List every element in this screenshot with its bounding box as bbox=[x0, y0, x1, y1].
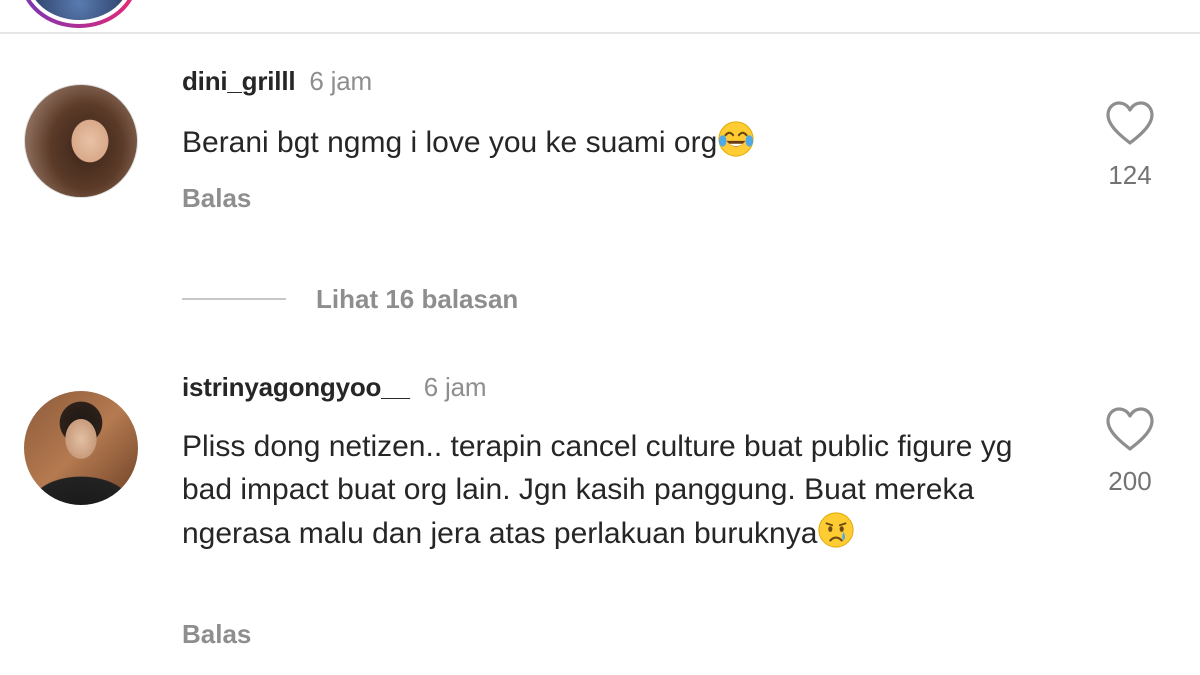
view-replies-line bbox=[182, 298, 286, 300]
header-divider bbox=[0, 32, 1200, 34]
commenter-avatar[interactable] bbox=[24, 84, 138, 198]
comments-screen: dini_grilll 6 jam Berani bgt ngmg i love … bbox=[0, 0, 1200, 675]
view-replies-button[interactable]: Lihat 16 balasan bbox=[182, 283, 518, 315]
post-author-avatar[interactable] bbox=[20, 0, 138, 28]
face-with-tears-of-joy-icon bbox=[718, 121, 754, 157]
comment-body: Berani bgt ngmg i love you ke suami org bbox=[182, 126, 718, 159]
heart-icon[interactable] bbox=[1104, 406, 1156, 452]
view-replies-label: Lihat 16 balasan bbox=[316, 283, 519, 314]
comment-header: dini_grilll 6 jam bbox=[182, 66, 372, 97]
like-count: 200 bbox=[1108, 466, 1152, 496]
comment-text: Berani bgt ngmg i love you ke suami org bbox=[182, 120, 1042, 164]
reply-button[interactable]: Balas bbox=[182, 183, 251, 214]
comment-header: istrinyagongyoo__ 6 jam bbox=[182, 372, 487, 403]
comment-body: Pliss dong netizen.. terapin cancel cult… bbox=[182, 430, 1013, 550]
crying-face-icon bbox=[818, 512, 854, 548]
heart-icon[interactable] bbox=[1104, 100, 1156, 146]
comment-timestamp: 6 jam bbox=[423, 372, 487, 402]
like-control: 200 bbox=[1100, 406, 1160, 497]
like-count: 124 bbox=[1108, 160, 1152, 190]
comment-username[interactable]: dini_grilll bbox=[182, 66, 296, 96]
reply-button[interactable]: Balas bbox=[182, 619, 251, 650]
comment-timestamp: 6 jam bbox=[309, 66, 372, 96]
like-control: 124 bbox=[1100, 100, 1160, 191]
comment-username[interactable]: istrinyagongyoo__ bbox=[182, 372, 410, 402]
comment-text: Pliss dong netizen.. terapin cancel cult… bbox=[182, 425, 1042, 555]
commenter-avatar[interactable] bbox=[24, 391, 138, 505]
